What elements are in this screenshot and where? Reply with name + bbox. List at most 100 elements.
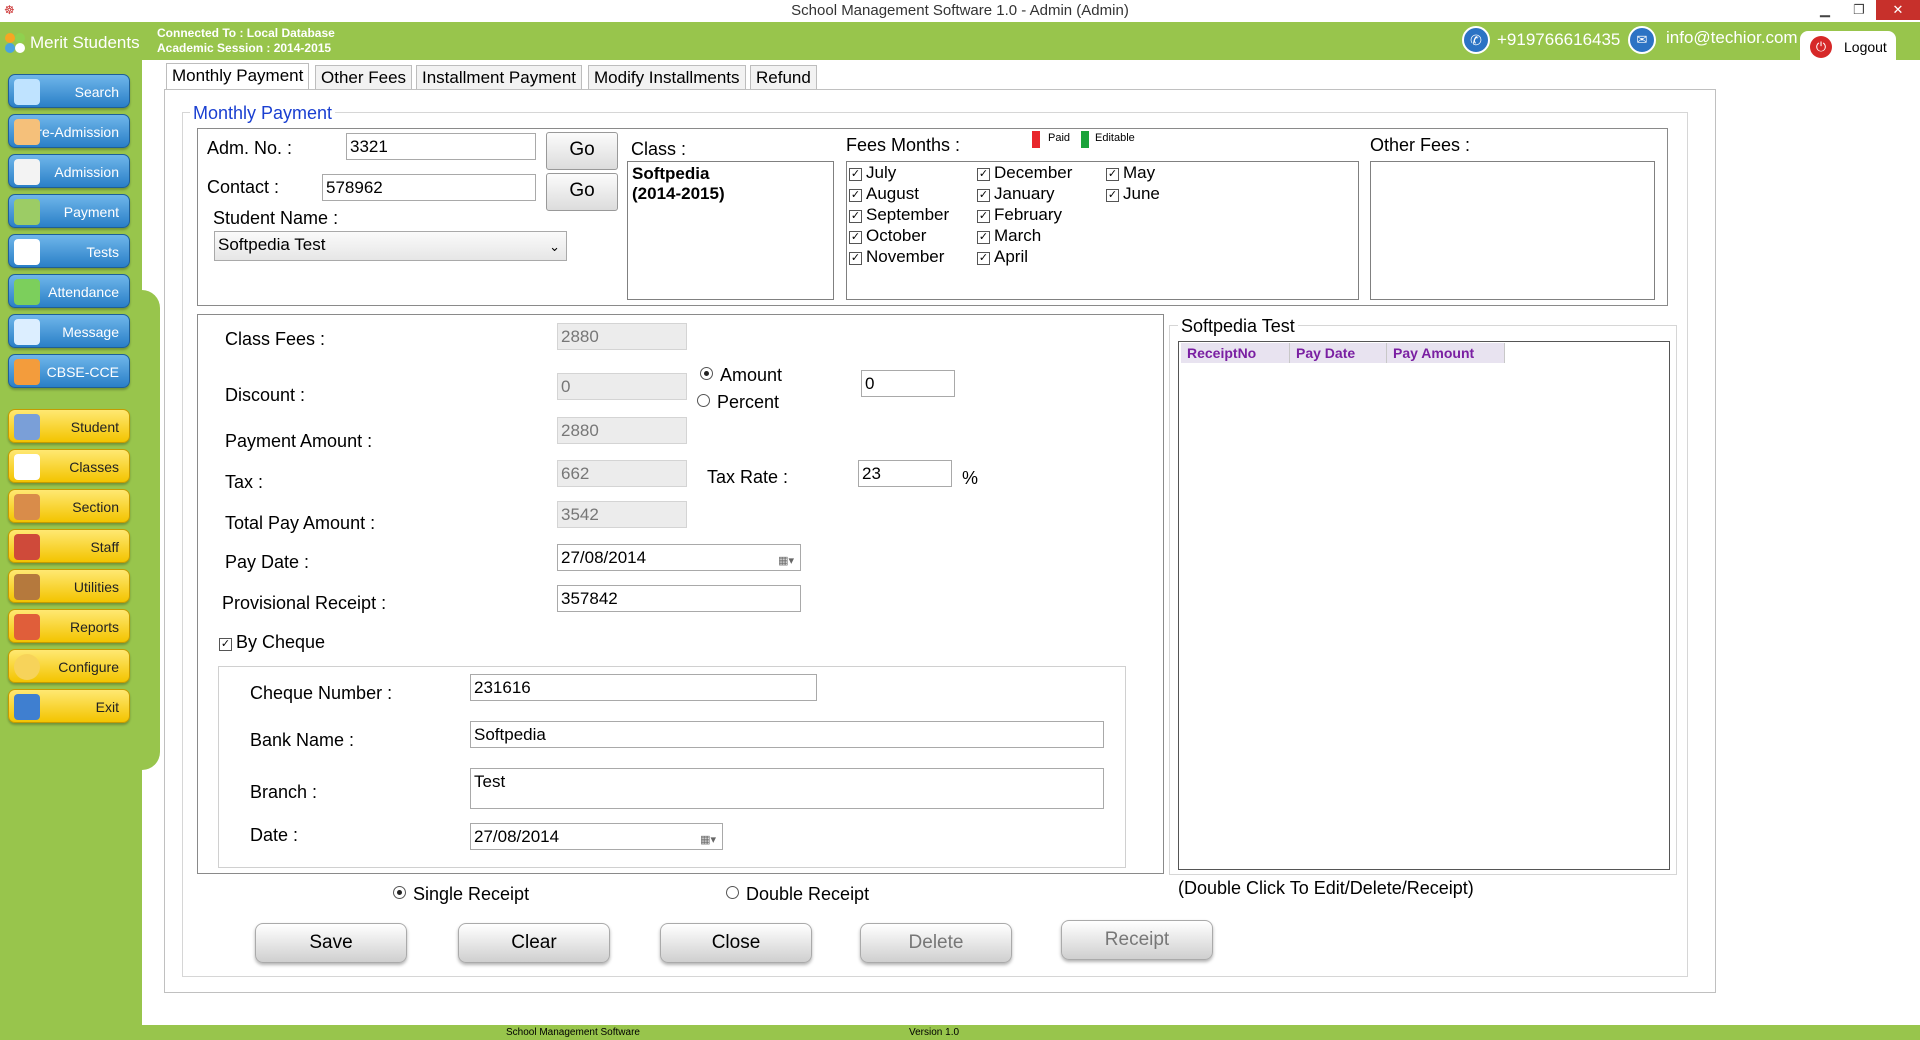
month-checkbox[interactable]: ✓ August <box>849 184 919 204</box>
month-label: April <box>994 247 1029 266</box>
sidebar-item-utilities[interactable]: Utilities <box>8 569 130 603</box>
month-label: August <box>866 184 919 203</box>
by-cheque-checkbox[interactable]: ✓ By Cheque <box>219 632 325 653</box>
student-name-select[interactable]: Softpedia Test ⌄ <box>214 231 567 261</box>
sidebar-item-payment[interactable]: Payment <box>8 194 130 228</box>
sidebar-item-search[interactable]: Search <box>8 74 130 108</box>
month-checkbox[interactable]: ✓ December <box>977 163 1072 183</box>
sidebar-item-section[interactable]: Section <box>8 489 130 523</box>
sidebar-item-cbse-cce[interactable]: CBSE-CCE <box>8 354 130 388</box>
restore-button[interactable]: ❐ <box>1842 0 1876 20</box>
minimize-button[interactable]: ▁ <box>1808 0 1842 20</box>
status-bar: School Management Software Version 1.0 <box>142 1025 1920 1040</box>
email-address: info@techior.com <box>1666 28 1798 47</box>
sidebar-item-label: Attendance <box>48 284 119 300</box>
sidebar-item-configure[interactable]: Configure <box>8 649 130 683</box>
month-checkbox[interactable]: ✓ September <box>849 205 949 225</box>
tab-monthly-payment[interactable]: Monthly Payment <box>166 63 310 89</box>
sidebar-item-label: Configure <box>58 659 119 675</box>
chevron-down-icon: ⌄ <box>549 239 560 254</box>
receipt-no-column[interactable]: ReceiptNo <box>1181 343 1290 363</box>
cbse-icon <box>14 359 40 385</box>
payment-amount-input: 2880 <box>557 417 687 444</box>
amount-radio[interactable]: Amount <box>700 365 782 386</box>
sidebar-item-message[interactable]: Message <box>8 314 130 348</box>
contact-input[interactable]: 578962 <box>322 174 536 201</box>
branch-input[interactable]: Test <box>470 768 1104 809</box>
bank-name-input[interactable]: Softpedia <box>470 721 1104 748</box>
student-name-value: Softpedia Test <box>218 235 326 254</box>
sidebar-item-exit[interactable]: Exit <box>8 689 130 723</box>
delete-button[interactable]: Delete <box>860 923 1012 963</box>
percent-radio[interactable]: Percent <box>697 392 779 413</box>
pay-date-picker[interactable]: 27/08/2014 ▦▾ <box>557 544 801 571</box>
month-checkbox[interactable]: ✓ November <box>849 247 944 267</box>
discount-value-input[interactable]: 0 <box>861 370 955 397</box>
month-checkbox[interactable]: ✓ February <box>977 205 1062 225</box>
class-fees-label: Class Fees : <box>225 329 326 349</box>
tab-modify-installments[interactable]: Modify Installments <box>588 65 746 89</box>
tab-installment-payment[interactable]: Installment Payment <box>416 65 583 89</box>
sidebar-item-staff[interactable]: Staff <box>8 529 130 563</box>
academic-session: Academic Session : 2014-2015 <box>157 41 332 55</box>
month-checkbox[interactable]: ✓ March <box>977 226 1041 246</box>
logout-button[interactable]: ⏻ Logout <box>1800 31 1896 63</box>
test-paper-icon <box>14 239 40 265</box>
clear-button[interactable]: Clear <box>458 923 610 963</box>
sidebar-item-label: Payment <box>63 204 119 220</box>
single-receipt-radio[interactable]: Single Receipt <box>393 884 529 905</box>
group-title: Monthly Payment <box>190 103 336 124</box>
students-icon <box>14 414 40 440</box>
cheque-number-input[interactable]: 231616 <box>470 674 817 701</box>
toolbox-icon <box>14 574 40 600</box>
pay-amount-column[interactable]: Pay Amount <box>1386 343 1505 363</box>
month-label: June <box>1123 184 1160 203</box>
sidebar-item-pre-admission[interactable]: Pre-Admission <box>8 114 130 148</box>
month-check: ✓ <box>977 231 990 244</box>
tab-other-fees[interactable]: Other Fees <box>315 65 413 89</box>
sidebar-item-student[interactable]: Student <box>8 409 130 443</box>
month-checkbox[interactable]: ✓ June <box>1106 184 1160 204</box>
month-checkbox[interactable]: ✓ October <box>849 226 926 246</box>
close-button[interactable]: Close <box>660 923 812 963</box>
month-label: March <box>994 226 1042 245</box>
provisional-receipt-input[interactable]: 357842 <box>557 585 801 612</box>
double-receipt-label: Double Receipt <box>746 884 870 904</box>
go-contact-button[interactable]: Go <box>546 173 618 211</box>
go-adm-button[interactable]: Go <box>546 132 618 170</box>
tax-rate-input[interactable]: 23 <box>858 460 952 487</box>
month-checkbox[interactable]: ✓ July <box>849 163 896 183</box>
cheque-date-picker[interactable]: 27/08/2014 ▦▾ <box>470 823 723 850</box>
other-fees-list[interactable] <box>1370 161 1655 300</box>
total-pay-label: Total Pay Amount : <box>225 513 376 533</box>
close-window-button[interactable]: ✕ <box>1876 0 1920 20</box>
class-fees-input: 2880 <box>557 323 687 350</box>
paid-legend-swatch <box>1032 131 1040 148</box>
sidebar-item-tests[interactable]: Tests <box>8 234 130 268</box>
by-cheque-label: By Cheque <box>236 632 326 652</box>
adm-no-input[interactable]: 3321 <box>346 133 536 160</box>
calendar-icon: ▦▾ <box>778 555 794 567</box>
month-check: ✓ <box>1106 168 1119 181</box>
sidebar-item-label: Section <box>72 499 119 515</box>
sidebar-item-admission[interactable]: Admission <box>8 154 130 188</box>
pay-date-column[interactable]: Pay Date <box>1289 343 1387 363</box>
sidebar-item-reports[interactable]: Reports <box>8 609 130 643</box>
month-checkbox[interactable]: ✓ May <box>1106 163 1155 183</box>
sidebar-item-attendance[interactable]: Attendance <box>8 274 130 308</box>
envelope-icon <box>14 319 40 345</box>
receipt-button[interactable]: Receipt <box>1061 920 1213 960</box>
tab-refund[interactable]: Refund <box>750 65 817 89</box>
month-checkbox[interactable]: ✓ January <box>977 184 1054 204</box>
fees-months-label: Fees Months : <box>846 135 961 155</box>
sidebar-notch <box>140 290 160 770</box>
calendar-icon: ▦▾ <box>700 834 716 846</box>
receipts-table[interactable]: ReceiptNo Pay Date Pay Amount <box>1178 341 1670 870</box>
contact-label: Contact : <box>207 177 280 197</box>
double-receipt-radio[interactable]: Double Receipt <box>726 884 869 905</box>
save-button[interactable]: Save <box>255 923 407 963</box>
sidebar-item-classes[interactable]: Classes <box>8 449 130 483</box>
discount-label: Discount : <box>225 385 306 405</box>
month-checkbox[interactable]: ✓ April <box>977 247 1028 267</box>
class-list[interactable]: Softpedia (2014-2015) <box>627 161 834 300</box>
